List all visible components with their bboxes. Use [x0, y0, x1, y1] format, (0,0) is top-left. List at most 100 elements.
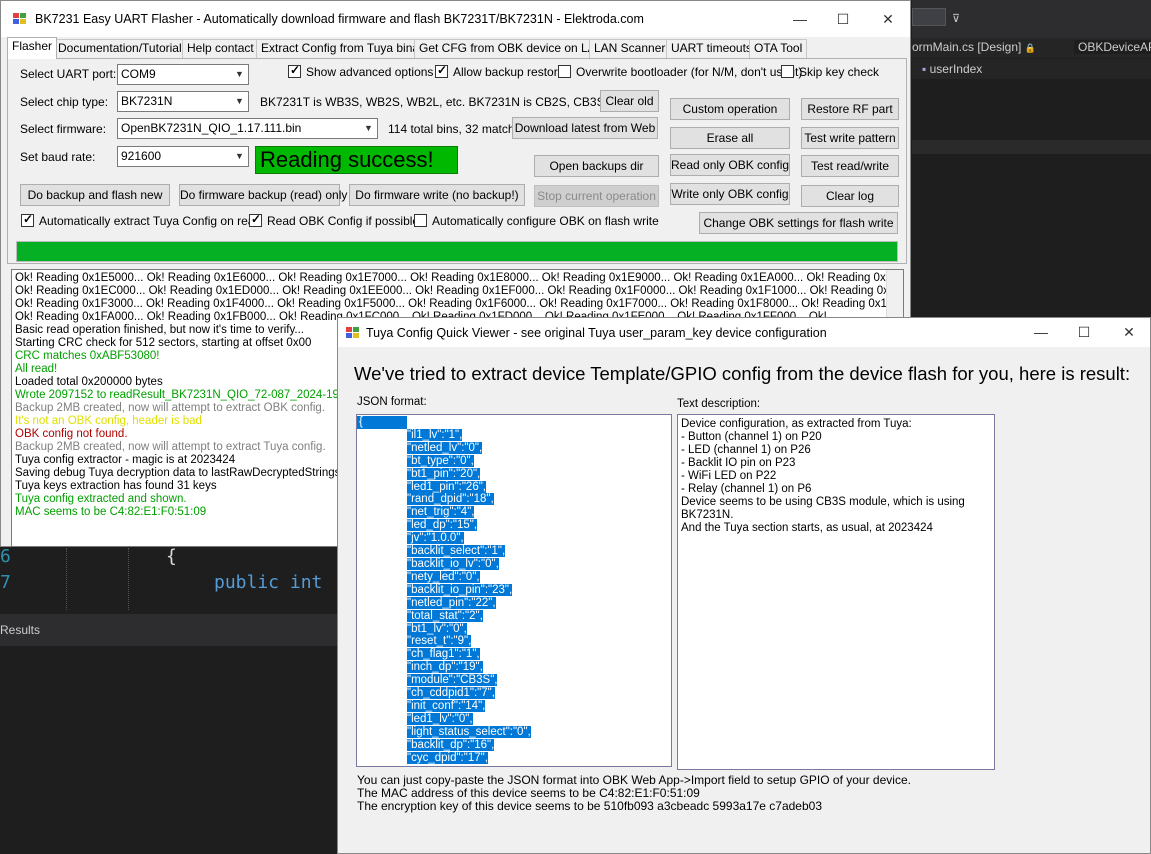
change-obk-settings-button[interactable]: Change OBK settings for flash write — [699, 212, 898, 234]
clear-log-button[interactable]: Clear log — [801, 185, 899, 207]
tab-documentation[interactable]: Documentation/Tutorials — [53, 39, 193, 58]
json-line: "inch_dp":"19", — [357, 661, 671, 674]
checkbox-checked-icon — [288, 63, 301, 78]
read-only-obk-config-button[interactable]: Read only OBK config — [670, 154, 790, 176]
json-line-text: "light_status_select":"0", — [407, 725, 531, 738]
json-line-text: "il1_lv":"1", — [407, 428, 463, 441]
tab-flasher[interactable]: Flasher — [7, 37, 58, 59]
main-tabstrip: Flasher Documentation/Tutorials Help con… — [7, 37, 907, 59]
minimize-icon[interactable]: — — [780, 7, 820, 31]
close-icon[interactable]: ✕ — [868, 7, 908, 31]
ide-toolbar — [912, 0, 1151, 38]
ide-tab-formmain[interactable]: ormMain.cs [Design] 🔒 — [912, 40, 1036, 54]
overwrite-bootloader-checkbox[interactable]: Overwrite bootloader (for N/M, don't use… — [558, 65, 802, 79]
ide-member-dropdown[interactable]: ▪ userIndex — [922, 62, 982, 76]
json-line-text: "led1_lv":"0", — [407, 712, 473, 725]
json-line: "reset_t":"9", — [357, 635, 671, 648]
maximize-icon[interactable]: ☐ — [823, 7, 863, 31]
ide-line-number: 7 — [0, 572, 11, 593]
log-line: Ok! Reading 0x1EC000... Ok! Reading 0x1E… — [15, 285, 904, 297]
text-description-textbox[interactable]: Device configuration, as extracted from … — [677, 414, 995, 770]
download-latest-button[interactable]: Download latest from Web — [512, 117, 658, 139]
read-obk-config-checkbox[interactable]: Read OBK Config if possible — [249, 212, 419, 228]
json-line-text: "nety_led":"0", — [407, 570, 480, 583]
tab-get-cfg[interactable]: Get CFG from OBK device on LAN — [414, 39, 610, 58]
ide-code-line: public int — [214, 572, 323, 593]
custom-operation-button[interactable]: Custom operation — [670, 98, 790, 120]
ide-line-number: 6 — [0, 546, 11, 567]
ide-combo[interactable] — [912, 8, 946, 26]
show-advanced-checkbox[interactable]: Show advanced options — [288, 63, 433, 79]
firmware-backup-button[interactable]: Do firmware backup (read) only — [179, 184, 347, 206]
text-description-label: Text description: — [677, 398, 761, 410]
json-line-text: "backlit_io_lv":"0", — [407, 557, 499, 570]
app-icon — [346, 327, 360, 339]
log-line: Ok! Reading 0x1E5000... Ok! Reading 0x1E… — [15, 272, 904, 284]
json-line-text: "cyc_dpid":"17", — [407, 751, 488, 764]
json-line: "nety_led":"0", — [357, 570, 671, 584]
app-icon — [13, 13, 27, 25]
json-line: "jv":"1.0.0", — [357, 532, 671, 545]
chip-type-select[interactable]: BK7231N ▼ — [117, 91, 249, 112]
write-only-obk-config-button[interactable]: Write only OBK config — [670, 183, 790, 205]
test-read-write-button[interactable]: Test read/write — [801, 155, 899, 177]
chevron-down-icon: ▼ — [235, 96, 244, 106]
ide-code-brace: { — [166, 546, 177, 567]
json-line-text: "init_conf":"14", — [407, 699, 486, 712]
ide-results-panel — [0, 614, 340, 646]
firmware-label: Select firmware: — [20, 122, 107, 136]
tuya-titlebar[interactable]: Tuya Config Quick Viewer - see original … — [338, 318, 1150, 347]
tab-uart-timeouts[interactable]: UART timeouts — [666, 39, 757, 58]
json-line: "init_conf":"14", — [357, 699, 671, 713]
stop-operation-button[interactable]: Stop current operation — [534, 185, 659, 207]
allow-backup-restore-checkbox[interactable]: Allow backup restore — [435, 63, 564, 79]
uart-port-select[interactable]: COM9 ▼ — [117, 64, 249, 85]
ide-line-highlight — [912, 140, 1151, 154]
erase-all-button[interactable]: Erase all — [670, 127, 790, 149]
chip-type-label: Select chip type: — [20, 95, 109, 109]
backup-and-flash-button[interactable]: Do backup and flash new — [20, 184, 170, 206]
json-line: "net_trig":"4", — [357, 506, 671, 519]
json-line: "total_stat":"2", — [357, 609, 671, 623]
skip-key-check-checkbox[interactable]: Skip key check — [781, 65, 879, 79]
firmware-write-button[interactable]: Do firmware write (no backup!) — [349, 184, 525, 206]
json-line-text: "bt1_pin":"20", — [407, 467, 481, 480]
tab-help-contact[interactable]: Help contact — [182, 39, 259, 58]
close-icon[interactable]: ✕ — [1109, 320, 1149, 344]
checkbox-unchecked-icon — [414, 214, 427, 227]
description-line: And the Tuya section starts, as usual, a… — [681, 522, 933, 534]
description-line: - Button (channel 1) on P20 — [681, 431, 822, 443]
open-backups-dir-button[interactable]: Open backups dir — [534, 155, 659, 177]
ide-overflow-icon[interactable]: ⊽ — [952, 12, 960, 25]
json-format-textbox[interactable]: {"il1_lv":"1", "netled_lv":"0", "bt_type":… — [356, 414, 672, 767]
checkbox-unchecked-icon — [558, 65, 571, 78]
checkbox-unchecked-icon — [781, 65, 794, 78]
checkbox-checked-icon — [435, 63, 448, 78]
json-line: "light_status_select":"0", — [357, 725, 671, 739]
tab-extract-config[interactable]: Extract Config from Tuya binary — [256, 39, 435, 58]
clear-old-button[interactable]: Clear old — [600, 90, 659, 112]
description-line: Device seems to be using CB3S module, wh… — [681, 496, 965, 508]
minimize-icon[interactable]: — — [1021, 320, 1061, 344]
firmware-select[interactable]: OpenBK7231N_QIO_1.17.111.bin ▼ — [117, 118, 378, 139]
checkbox-checked-icon — [21, 212, 34, 227]
auto-extract-tuya-checkbox[interactable]: Automatically extract Tuya Config on rea… — [21, 212, 261, 228]
restore-rf-button[interactable]: Restore RF part — [801, 98, 899, 120]
json-line-text: "module":"CB3S", — [407, 674, 498, 687]
test-write-pattern-button[interactable]: Test write pattern — [801, 127, 899, 149]
json-line-text: "backlit_io_pin":"23", — [407, 583, 513, 596]
flasher-titlebar[interactable]: BK7231 Easy UART Flasher - Automatically… — [1, 1, 910, 37]
ide-tab-obkdevice[interactable]: OBKDeviceAP — [1074, 40, 1151, 54]
json-line-text: "rand_dpid":"18", — [407, 493, 494, 506]
json-line-text: "reset_t":"9", — [407, 635, 472, 648]
status-label: Reading success! — [255, 146, 458, 174]
json-line: "il1_lv":"1", — [357, 428, 671, 442]
json-line: "backlit_dp":"16", — [357, 738, 671, 752]
json-line: "bt1_pin":"20", — [357, 467, 671, 481]
maximize-icon[interactable]: ☐ — [1064, 320, 1104, 344]
tab-lan-scanner[interactable]: LAN Scanner — [589, 39, 671, 58]
auto-configure-obk-checkbox[interactable]: Automatically configure OBK on flash wri… — [414, 214, 659, 228]
baud-rate-select[interactable]: 921600 ▼ — [117, 146, 249, 167]
tab-ota-tool[interactable]: OTA Tool — [749, 39, 808, 58]
json-line-text: "bt1_lv":"0", — [407, 622, 467, 635]
